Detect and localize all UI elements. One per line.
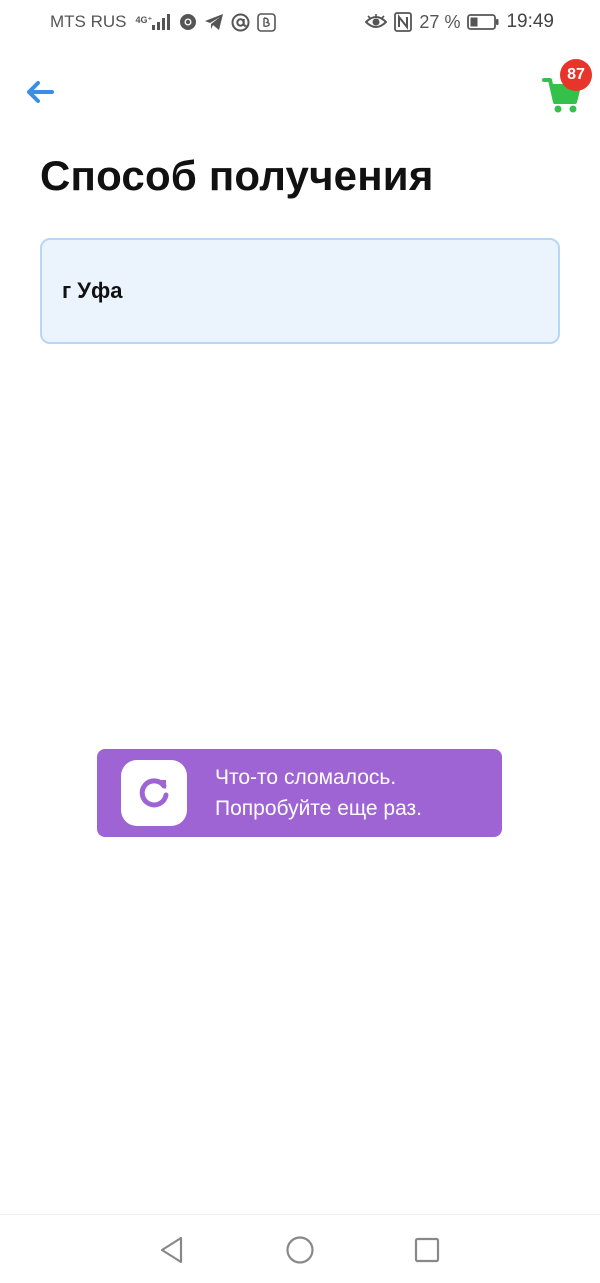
cart-count-badge: 87 xyxy=(560,59,592,91)
signal-icon xyxy=(152,14,172,30)
status-left: MTS RUS 4G⁺ xyxy=(50,12,277,32)
nav-home-button[interactable] xyxy=(283,1233,317,1267)
telegram-icon xyxy=(204,13,224,31)
at-sign-icon xyxy=(231,13,250,32)
page-title: Способ получения xyxy=(40,152,434,199)
battery-percent: 27 % xyxy=(419,11,461,32)
home-circle-icon xyxy=(286,1236,314,1264)
retry-button[interactable] xyxy=(121,760,187,826)
refresh-icon xyxy=(139,778,169,808)
system-nav-bar xyxy=(0,1214,600,1283)
status-right: 27 % 19:49 xyxy=(365,11,554,33)
error-retry-toast[interactable]: Что-то сломалось. Попробуйте еще раз. xyxy=(97,749,502,837)
status-time: 19:49 xyxy=(506,11,554,32)
toast-line-1: Что-то сломалось. xyxy=(215,766,397,789)
nav-back-button[interactable] xyxy=(155,1233,189,1267)
screen: MTS RUS 4G⁺ 27 % 19:49 87 Способ получен… xyxy=(0,0,600,1283)
toast-message: Что-то сломалось. Попробуйте еще раз. xyxy=(215,762,422,824)
back-button[interactable] xyxy=(22,74,58,110)
city-value: г Уфа xyxy=(62,278,123,303)
carrier-label: MTS RUS xyxy=(50,12,127,31)
nav-recents-button[interactable] xyxy=(410,1233,444,1267)
status-bar: MTS RUS 4G⁺ 27 % 19:49 xyxy=(0,0,600,44)
city-field[interactable]: г Уфа xyxy=(40,238,560,344)
network-type-label: 4G⁺ xyxy=(135,15,153,25)
arrow-left-icon xyxy=(27,81,54,103)
recents-square-icon xyxy=(414,1237,440,1263)
back-triangle-icon xyxy=(160,1236,183,1264)
signal-group: 4G⁺ xyxy=(134,14,173,30)
battery-icon xyxy=(467,14,499,30)
nfc-icon xyxy=(394,12,413,32)
mail-app-icon xyxy=(257,12,277,32)
toast-line-2: Попробуйте еще раз. xyxy=(215,797,423,820)
eye-icon xyxy=(365,14,388,30)
chrome-icon xyxy=(179,13,197,31)
